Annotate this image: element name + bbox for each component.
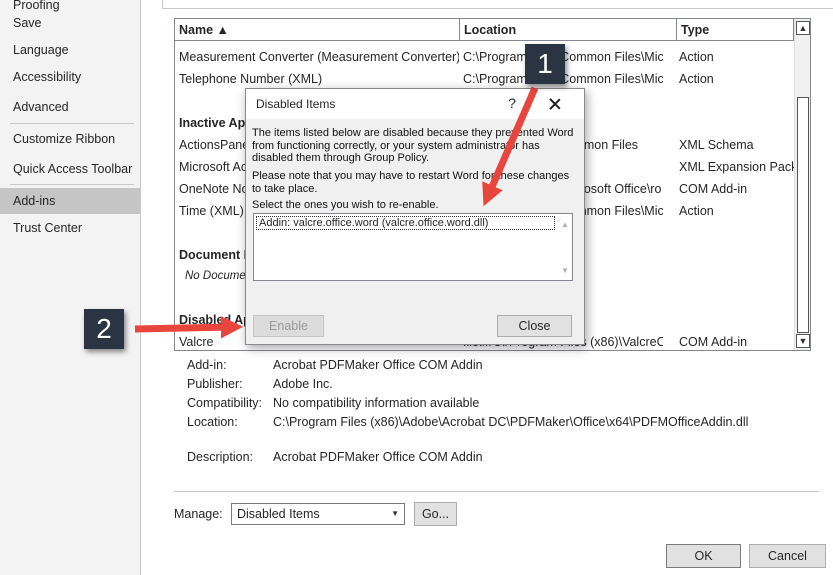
nav-item-accessibility[interactable]: Accessibility bbox=[0, 64, 140, 90]
row-type: XML Expansion Pack bbox=[679, 160, 794, 174]
manage-select-value: Disabled Items bbox=[237, 507, 320, 521]
row-type: Action bbox=[679, 204, 714, 218]
column-header-name[interactable]: Name ▲ bbox=[175, 19, 460, 41]
row-type: XML Schema bbox=[679, 138, 754, 152]
detail-value-addin: Acrobat PDFMaker Office COM Addin bbox=[273, 358, 483, 372]
manage-label: Manage: bbox=[174, 507, 223, 521]
disabled-items-dialog: Disabled Items ? The items listed below … bbox=[245, 88, 585, 345]
cancel-button[interactable]: Cancel bbox=[749, 544, 826, 568]
detail-label-compatibility: Compatibility: bbox=[187, 396, 263, 410]
dialog-message: The items listed below are disabled beca… bbox=[252, 127, 574, 164]
help-icon[interactable]: ? bbox=[502, 93, 522, 113]
detail-label-addin: Add-in: bbox=[187, 358, 227, 372]
detail-value-compatibility: No compatibility information available bbox=[273, 396, 480, 410]
nav-item-advanced[interactable]: Advanced bbox=[0, 94, 140, 120]
scroll-down-icon[interactable]: ▼ bbox=[561, 266, 569, 275]
nav-item-customize-ribbon[interactable]: Customize Ribbon bbox=[0, 126, 140, 152]
dialog-title: Disabled Items bbox=[256, 97, 336, 111]
row-name: Measurement Converter (Measurement Conve… bbox=[179, 50, 459, 64]
nav-item-save[interactable]: Save bbox=[0, 10, 140, 36]
nav-item-add-ins[interactable]: Add-ins bbox=[0, 188, 140, 214]
row-type: Action bbox=[679, 72, 714, 86]
close-icon[interactable] bbox=[542, 92, 568, 116]
callout-number-1: 1 bbox=[525, 44, 565, 84]
detail-value-publisher: Adobe Inc. bbox=[273, 377, 333, 391]
scroll-down-icon[interactable]: ▼ bbox=[796, 334, 810, 348]
row-type: COM Add-in bbox=[679, 335, 748, 349]
detail-label-description: Description: bbox=[187, 450, 253, 464]
detail-label-location: Location: bbox=[187, 415, 238, 429]
detail-value-description: Acrobat PDFMaker Office COM Addin bbox=[273, 450, 483, 464]
list-scrollbar[interactable]: ▲ ▼ bbox=[794, 19, 810, 350]
nav-divider bbox=[10, 184, 134, 185]
scrollbar-thumb[interactable] bbox=[797, 97, 809, 333]
list-item[interactable]: Addin: valcre.office.word (valcre.office… bbox=[256, 216, 555, 230]
go-button[interactable]: Go... bbox=[414, 502, 457, 526]
nav-divider bbox=[10, 123, 134, 124]
detail-value-location: C:\Program Files (x86)\Adobe\Acrobat DC\… bbox=[273, 415, 749, 429]
callout-number-2: 2 bbox=[84, 309, 124, 349]
divider bbox=[174, 491, 819, 492]
dialog-close-button[interactable]: Close bbox=[497, 315, 572, 337]
nav-item-language[interactable]: Language bbox=[0, 37, 140, 63]
options-nav: Proofing Save Language Accessibility Adv… bbox=[0, 0, 141, 575]
manage-select[interactable]: Disabled Items ▼ bbox=[231, 503, 405, 525]
scroll-up-icon[interactable]: ▲ bbox=[561, 220, 569, 229]
dialog-note: Please note that you may have to restart… bbox=[252, 170, 570, 195]
column-header-type[interactable]: Type bbox=[677, 19, 794, 41]
row-type: COM Add-in bbox=[679, 182, 748, 196]
column-header-location[interactable]: Location bbox=[460, 19, 677, 41]
nav-item-trust-center[interactable]: Trust Center bbox=[0, 215, 140, 241]
detail-label-publisher: Publisher: bbox=[187, 377, 243, 391]
scroll-up-icon[interactable]: ▲ bbox=[796, 21, 810, 35]
row-name: Telephone Number (XML) bbox=[179, 72, 323, 86]
dialog-titlebar[interactable]: Disabled Items ? bbox=[246, 89, 584, 119]
row-type: Action bbox=[679, 50, 714, 64]
enable-button[interactable]: Enable bbox=[253, 315, 324, 337]
chevron-down-icon: ▼ bbox=[391, 509, 399, 518]
nav-item-quick-access-toolbar[interactable]: Quick Access Toolbar bbox=[0, 156, 140, 182]
header-strip bbox=[162, 0, 833, 9]
dialog-instruction: Select the ones you wish to re-enable. bbox=[252, 199, 439, 211]
disabled-items-list[interactable]: Addin: valcre.office.word (valcre.office… bbox=[253, 213, 573, 281]
ok-button[interactable]: OK bbox=[666, 544, 741, 568]
